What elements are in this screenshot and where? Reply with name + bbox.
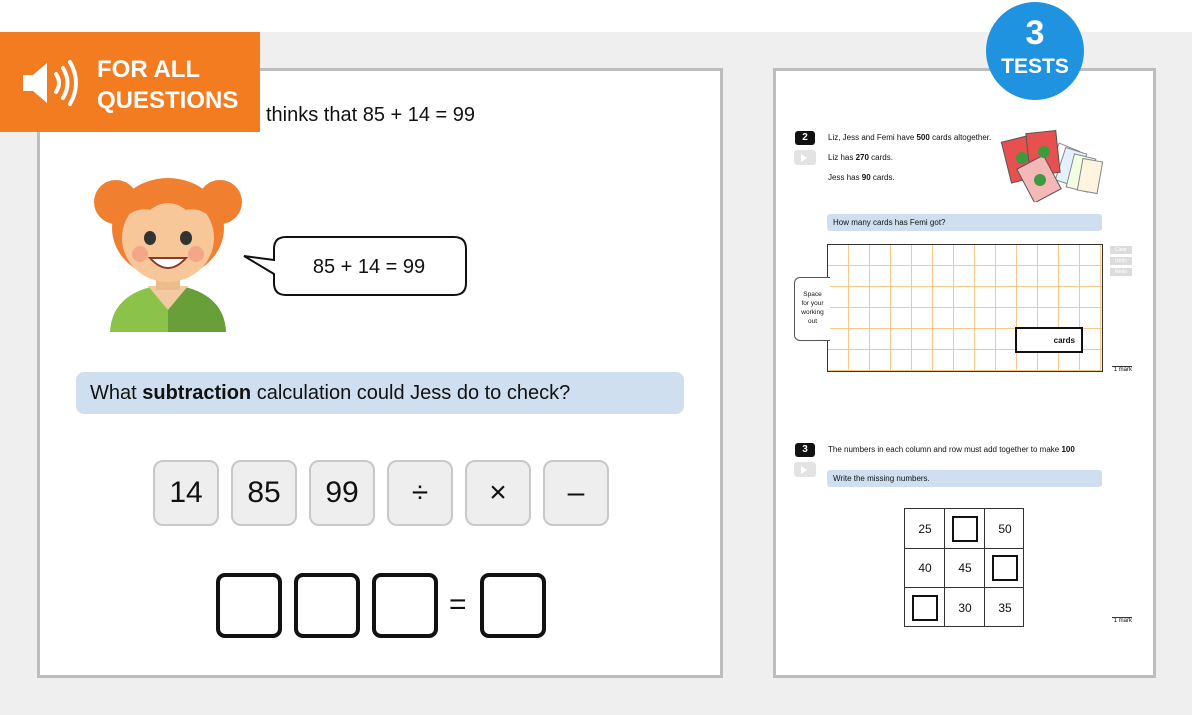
undo-button[interactable]: Undo <box>1110 257 1132 265</box>
tests-badge: 3 TESTS <box>986 2 1084 100</box>
tests-label: TESTS <box>1001 55 1069 78</box>
mini-speaker-icon[interactable] <box>794 462 816 477</box>
grid-cell: 50 <box>998 521 1012 536</box>
number-grid: 25 50 40 45 30 35 <box>904 508 1024 627</box>
q2-line-1: Liz, Jess and Femi have 500 cards altoge… <box>828 133 992 142</box>
question-prompt: What subtraction calculation could Jess … <box>76 372 684 414</box>
question-number-3: 3 <box>795 443 815 457</box>
q2-line-3: Jess has 90 cards. <box>828 173 895 182</box>
q3-mark: 1 mark <box>1112 617 1132 624</box>
answer-slot-3[interactable] <box>372 573 438 638</box>
girl-character-illustration <box>94 178 242 332</box>
question-number-2: 2 <box>795 131 815 145</box>
tile-divide[interactable]: ÷ <box>387 460 453 526</box>
answer-slot-2[interactable] <box>294 573 360 638</box>
q2-prompt: How many cards has Femi got? <box>827 214 1102 231</box>
answer-slot-result[interactable] <box>480 573 546 638</box>
speaker-icon[interactable] <box>20 58 82 108</box>
q2-answer-box[interactable]: cards <box>1015 327 1083 353</box>
audio-banner[interactable]: FOR ALL QUESTIONS <box>0 32 260 132</box>
audio-banner-line1: FOR ALL <box>97 56 201 83</box>
grid-blank[interactable] <box>985 549 1025 589</box>
working-out-tab[interactable]: Space for your working out <box>794 277 830 341</box>
grid-cell: 25 <box>918 521 932 536</box>
audio-banner-line2: QUESTIONS <box>97 87 239 114</box>
grid-blank[interactable] <box>945 509 985 549</box>
tests-count: 3 <box>1025 14 1045 52</box>
q3-line-1: The numbers in each column and row must … <box>828 445 1075 454</box>
grid-blank[interactable] <box>905 588 945 628</box>
q2-mark: 1 mark <box>1112 366 1132 373</box>
prompt-keyword: subtraction <box>142 381 252 404</box>
mini-speaker-icon[interactable] <box>794 150 816 165</box>
answer-slot-1[interactable] <box>216 573 282 638</box>
grid-cell: 40 <box>918 561 932 576</box>
tile-multiply[interactable]: × <box>465 460 531 526</box>
prompt-end: calculation could Jess do to check? <box>251 381 571 404</box>
trading-cards-illustration <box>1000 129 1104 202</box>
prompt-start: What <box>90 381 143 404</box>
tile-85[interactable]: 85 <box>231 460 297 526</box>
q2-line-2: Liz has 270 cards. <box>828 153 893 162</box>
q3-prompt: Write the missing numbers. <box>827 470 1102 487</box>
redo-button[interactable]: Redo <box>1110 268 1132 276</box>
grid-cell: 45 <box>958 561 972 576</box>
grid-cell: 35 <box>998 600 1012 615</box>
tile-minus[interactable]: – <box>543 460 609 526</box>
clear-button[interactable]: Clear <box>1110 246 1132 254</box>
tile-14[interactable]: 14 <box>153 460 219 526</box>
speech-bubble-text: 85 + 14 = 99 <box>312 255 426 278</box>
equals-sign: = <box>449 588 467 621</box>
tile-99[interactable]: 99 <box>309 460 375 526</box>
question-text: thinks that 85 + 14 = 99 <box>266 104 476 126</box>
grid-cell: 30 <box>958 600 972 615</box>
